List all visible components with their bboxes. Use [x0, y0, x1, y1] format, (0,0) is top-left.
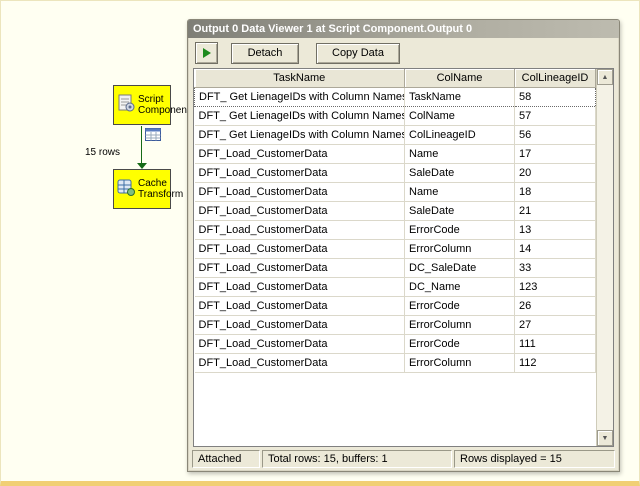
scroll-down-icon[interactable]: ▼: [597, 430, 613, 446]
table-cell[interactable]: DFT_Load_CustomerData: [194, 296, 405, 316]
table-row[interactable]: DFT_Load_CustomerData Name 17: [194, 144, 596, 164]
status-bar: Attached Total rows: 15, buffers: 1 Rows…: [192, 450, 615, 468]
table-cell[interactable]: 27: [514, 315, 596, 335]
table-cell[interactable]: TaskName: [404, 86, 515, 107]
table-cell[interactable]: SaleDate: [404, 163, 515, 183]
copy-data-button[interactable]: Copy Data: [316, 42, 400, 64]
results-table: TaskName ColName ColLineageID DFT_ Get L…: [194, 69, 596, 373]
column-header-collineageid[interactable]: ColLineageID: [514, 69, 596, 88]
play-button[interactable]: [195, 42, 218, 64]
table-cell[interactable]: 14: [514, 239, 596, 259]
table-row[interactable]: DFT_Load_CustomerData DC_Name 123: [194, 277, 596, 297]
data-viewer-grid-icon[interactable]: [145, 128, 161, 146]
table-row[interactable]: DFT_Load_CustomerData ErrorColumn 27: [194, 315, 596, 335]
table-cell[interactable]: ColName: [404, 106, 515, 126]
header-row: TaskName ColName ColLineageID: [194, 69, 596, 88]
table-cell[interactable]: DFT_ Get LienageIDs with Column Names: [194, 86, 405, 107]
column-header-colname[interactable]: ColName: [404, 69, 515, 88]
data-grid: TaskName ColName ColLineageID DFT_ Get L…: [193, 68, 614, 447]
grid-body: DFT_ Get LienageIDs with Column Names Tas…: [194, 86, 596, 373]
table-cell[interactable]: DFT_Load_CustomerData: [194, 220, 405, 240]
table-cell[interactable]: 21: [514, 201, 596, 221]
table-row[interactable]: DFT_Load_CustomerData ErrorCode 13: [194, 220, 596, 240]
page-background: Script Component 15 rows Cache Transform: [0, 0, 640, 486]
window-titlebar[interactable]: Output 0 Data Viewer 1 at Script Compone…: [188, 20, 619, 38]
window-title: Output 0 Data Viewer 1 at Script Compone…: [193, 23, 473, 35]
table-cell[interactable]: ErrorColumn: [404, 353, 515, 373]
table-cell[interactable]: Name: [404, 144, 515, 164]
table-cell[interactable]: DFT_Load_CustomerData: [194, 334, 405, 354]
scroll-up-icon[interactable]: ▲: [597, 69, 613, 85]
table-cell[interactable]: 13: [514, 220, 596, 240]
table-cell[interactable]: DFT_Load_CustomerData: [194, 182, 405, 202]
table-cell[interactable]: 112: [514, 353, 596, 373]
status-rows-displayed: Rows displayed = 15: [454, 450, 615, 468]
status-attached: Attached: [192, 450, 260, 468]
table-cell[interactable]: DFT_Load_CustomerData: [194, 353, 405, 373]
cache-transform-icon: [116, 177, 136, 202]
table-cell[interactable]: 26: [514, 296, 596, 316]
table-cell[interactable]: DFT_Load_CustomerData: [194, 163, 405, 183]
table-row[interactable]: DFT_ Get LienageIDs with Column Names Col…: [194, 106, 596, 126]
cache-transform-label: Cache Transform: [138, 178, 184, 200]
table-row[interactable]: DFT_ Get LienageIDs with Column Names Tas…: [194, 86, 596, 107]
table-cell[interactable]: DFT_Load_CustomerData: [194, 201, 405, 221]
table-cell[interactable]: ErrorCode: [404, 296, 515, 316]
data-viewer-window: Output 0 Data Viewer 1 at Script Compone…: [187, 19, 620, 472]
status-total-rows: Total rows: 15, buffers: 1: [262, 450, 452, 468]
table-row[interactable]: DFT_Load_CustomerData ErrorColumn 14: [194, 239, 596, 259]
cache-transform-box[interactable]: Cache Transform: [113, 169, 183, 209]
script-component-icon: [116, 93, 136, 118]
table-cell[interactable]: 111: [514, 334, 596, 354]
table-row[interactable]: DFT_Load_CustomerData ErrorColumn 112: [194, 353, 596, 373]
table-row[interactable]: DFT_Load_CustomerData SaleDate 21: [194, 201, 596, 221]
table-cell[interactable]: DFT_Load_CustomerData: [194, 239, 405, 259]
table-cell[interactable]: DFT_ Get LienageIDs with Column Names: [194, 125, 405, 145]
toolbar: Detach Copy Data: [188, 38, 619, 68]
table-cell[interactable]: 18: [514, 182, 596, 202]
table-row[interactable]: DFT_Load_CustomerData DC_SaleDate 33: [194, 258, 596, 278]
table-row[interactable]: DFT_Load_CustomerData SaleDate 20: [194, 163, 596, 183]
table-cell[interactable]: DFT_Load_CustomerData: [194, 144, 405, 164]
table-row[interactable]: DFT_Load_CustomerData ErrorCode 111: [194, 334, 596, 354]
table-row[interactable]: DFT_ Get LienageIDs with Column Names Col…: [194, 125, 596, 145]
table-cell[interactable]: 17: [514, 144, 596, 164]
row-count-label: 15 rows: [85, 147, 121, 158]
table-cell[interactable]: 58: [514, 86, 596, 107]
script-component-label: Script Component: [138, 94, 190, 116]
table-row[interactable]: DFT_Load_CustomerData Name 18: [194, 182, 596, 202]
table-cell[interactable]: DFT_Load_CustomerData: [194, 258, 405, 278]
table-cell[interactable]: Name: [404, 182, 515, 202]
table-cell[interactable]: DC_SaleDate: [404, 258, 515, 278]
table-cell[interactable]: ErrorCode: [404, 220, 515, 240]
table-cell[interactable]: DC_Name: [404, 277, 515, 297]
grid-scroll-area: TaskName ColName ColLineageID DFT_ Get L…: [194, 69, 596, 446]
table-cell[interactable]: DFT_ Get LienageIDs with Column Names: [194, 106, 405, 126]
table-cell[interactable]: 33: [514, 258, 596, 278]
table-row[interactable]: DFT_Load_CustomerData ErrorCode 26: [194, 296, 596, 316]
vertical-scrollbar[interactable]: ▲ ▼: [596, 69, 613, 446]
play-icon: [202, 48, 211, 58]
script-component-box[interactable]: Script Component: [113, 85, 190, 125]
table-cell[interactable]: DFT_Load_CustomerData: [194, 277, 405, 297]
dataflow-path[interactable]: [141, 126, 142, 163]
table-cell[interactable]: SaleDate: [404, 201, 515, 221]
table-cell[interactable]: ErrorColumn: [404, 315, 515, 335]
scrollbar-track[interactable]: [597, 85, 613, 430]
table-cell[interactable]: ErrorCode: [404, 334, 515, 354]
table-cell[interactable]: 123: [514, 277, 596, 297]
table-cell[interactable]: 57: [514, 106, 596, 126]
detach-button[interactable]: Detach: [231, 42, 299, 64]
table-cell[interactable]: ColLineageID: [404, 125, 515, 145]
table-cell[interactable]: 20: [514, 163, 596, 183]
column-header-taskname[interactable]: TaskName: [194, 69, 405, 88]
table-cell[interactable]: ErrorColumn: [404, 239, 515, 259]
table-cell[interactable]: 56: [514, 125, 596, 145]
table-cell[interactable]: DFT_Load_CustomerData: [194, 315, 405, 335]
